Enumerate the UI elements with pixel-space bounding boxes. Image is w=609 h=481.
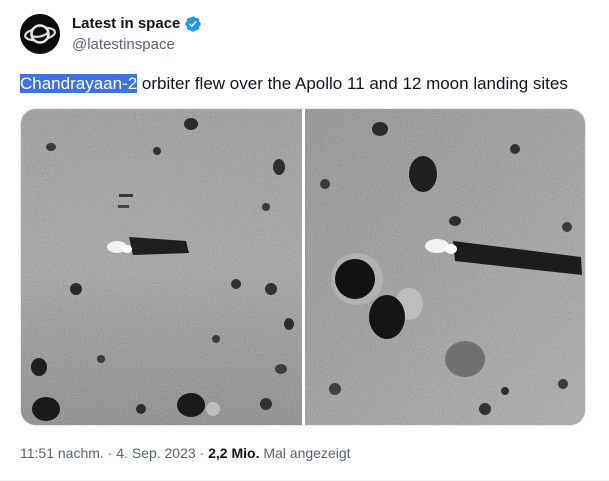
- media-grid[interactable]: [20, 108, 586, 426]
- meta-separator: ·: [195, 445, 209, 461]
- tweet-text: Chandrayaan-2 orbiter flew over the Apol…: [20, 72, 568, 96]
- author-display-name: Latest in space: [72, 15, 181, 32]
- views-label: Mal angezeigt: [259, 445, 351, 461]
- tweet-card: Latest in space @latestinspace Chandraya…: [0, 0, 609, 481]
- saturn-logo-icon: [20, 14, 60, 54]
- lunar-surface-photo-1-icon: [21, 109, 302, 425]
- tweet-meta: 11:51 nachm. · 4. Sep. 2023 · 2,2 Mio. M…: [20, 444, 351, 462]
- tweet-text-rest: orbiter flew over the Apollo 11 and 12 m…: [137, 74, 568, 93]
- photo-apollo-12-site[interactable]: [305, 109, 585, 425]
- avatar[interactable]: [20, 14, 60, 54]
- author-name[interactable]: Latest in space: [72, 14, 202, 34]
- meta-separator: ·: [103, 445, 117, 461]
- views-count: 2,2 Mio.: [208, 445, 260, 461]
- timestamp-link[interactable]: 11:51 nachm. · 4. Sep. 2023: [20, 445, 196, 461]
- tweet-date: 4. Sep. 2023: [116, 445, 196, 461]
- lunar-surface-photo-2-icon: [305, 109, 585, 425]
- tweet-time: 11:51 nachm.: [20, 445, 104, 461]
- photo-apollo-11-site[interactable]: [21, 109, 302, 425]
- author-handle[interactable]: @latestinspace: [72, 36, 175, 54]
- selected-text[interactable]: Chandrayaan-2: [20, 74, 138, 93]
- verified-badge-icon: [185, 16, 202, 32]
